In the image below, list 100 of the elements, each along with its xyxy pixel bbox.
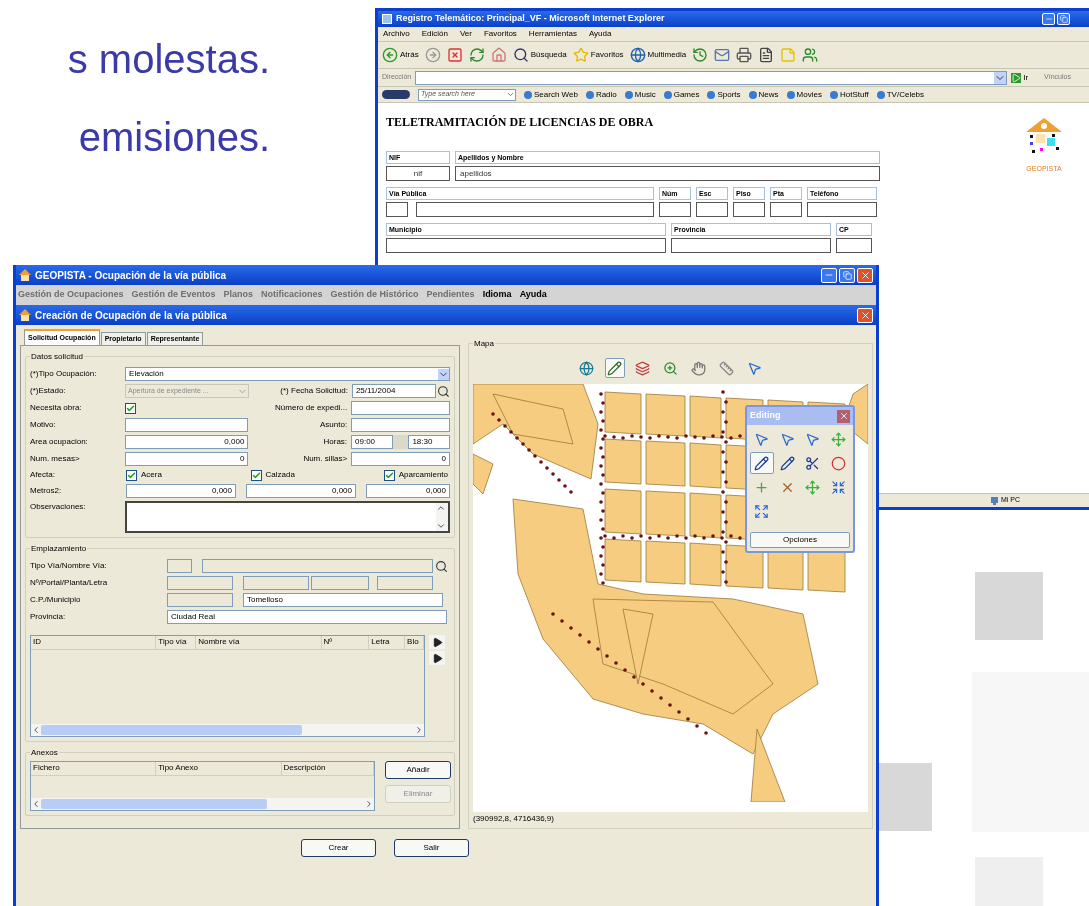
menu-item[interactable]: Idioma — [482, 288, 512, 302]
column-header[interactable]: Letra — [369, 636, 406, 649]
input-field[interactable] — [351, 401, 450, 415]
column-header[interactable]: ID — [31, 636, 157, 649]
input-field[interactable] — [377, 576, 433, 590]
action-button[interactable]: Crear — [301, 839, 376, 857]
input-field[interactable]: apellidos — [455, 166, 880, 181]
maximize-button[interactable] — [839, 267, 855, 283]
input-field[interactable] — [416, 202, 654, 217]
input-field[interactable]: 25/11/2004 — [351, 384, 437, 398]
action-button[interactable]: Añadir — [385, 761, 451, 779]
toolbar-link[interactable]: Music — [624, 88, 656, 101]
input-field[interactable] — [671, 238, 831, 253]
input-field[interactable] — [167, 576, 233, 590]
toolbar-button[interactable]: Atrás — [382, 47, 419, 63]
arrow-button[interactable] — [429, 651, 445, 665]
options-button[interactable]: Opciones — [750, 532, 850, 548]
input-field[interactable]: 0 — [124, 452, 249, 466]
text-area[interactable] — [125, 501, 450, 533]
map-tool-button[interactable] — [604, 358, 625, 378]
toolbar-button[interactable]: Búsqueda — [512, 47, 567, 63]
input-field[interactable] — [836, 238, 872, 253]
toolbar-button[interactable] — [468, 47, 485, 63]
input-field[interactable]: nif — [386, 166, 450, 181]
column-header[interactable]: Tipo Anexo — [156, 762, 282, 775]
column-header[interactable]: Nombre vía — [196, 636, 322, 649]
input-field[interactable]: 0,000 — [366, 484, 450, 498]
minimize-button[interactable] — [821, 267, 837, 283]
checkbox[interactable] — [124, 402, 136, 414]
vertical-scrollbar[interactable] — [436, 503, 448, 531]
toolbar-button[interactable]: Favoritos — [572, 47, 624, 63]
arrow-button[interactable] — [429, 635, 445, 649]
input-field[interactable] — [202, 559, 433, 573]
input-field[interactable] — [733, 202, 765, 217]
search-icon[interactable] — [437, 384, 450, 398]
menu-item[interactable]: Herramientas — [528, 28, 577, 40]
dropdown[interactable]: Elevación — [125, 367, 450, 381]
toolbar-link[interactable]: Games — [663, 88, 700, 101]
toolbar-button[interactable] — [446, 47, 463, 63]
input-field[interactable] — [807, 202, 877, 217]
column-header[interactable]: Fichero — [31, 762, 157, 775]
menu-item[interactable]: Archivo — [383, 28, 410, 40]
input-field[interactable] — [167, 593, 233, 607]
input-field[interactable] — [243, 576, 309, 590]
action-button[interactable]: Salir — [394, 839, 469, 857]
column-header[interactable]: Blo — [405, 636, 424, 649]
go-button[interactable]: Ir — [1011, 71, 1029, 84]
menu-item[interactable]: Ver — [459, 28, 472, 40]
close-button[interactable] — [837, 409, 850, 423]
toolbar-link[interactable]: Radio — [585, 88, 617, 101]
editing-tool-button[interactable] — [750, 452, 774, 474]
menu-item[interactable]: Ayuda — [588, 28, 612, 40]
minimize-button[interactable] — [1042, 13, 1055, 25]
input-field[interactable] — [351, 418, 450, 432]
checkbox[interactable] — [250, 469, 262, 481]
search-icon[interactable] — [435, 559, 448, 573]
input-field[interactable] — [386, 238, 666, 253]
address-field[interactable] — [415, 70, 1008, 85]
toolbar-button[interactable] — [714, 47, 731, 63]
input-field[interactable]: 0 — [351, 452, 450, 466]
input-field[interactable]: Tomelloso — [243, 593, 443, 607]
input-field[interactable]: Ciudad Real — [167, 610, 447, 624]
toolbar-button[interactable]: Multimedia — [629, 47, 687, 63]
toolbar-button[interactable] — [802, 47, 819, 63]
column-header[interactable]: Descripción — [281, 762, 374, 775]
toolbar-link[interactable]: Search Web — [524, 88, 578, 101]
menu-item[interactable]: Ayuda — [519, 288, 547, 302]
input-field[interactable] — [167, 559, 192, 573]
horizontal-scrollbar[interactable] — [31, 798, 374, 810]
close-button[interactable] — [857, 307, 873, 323]
input-field[interactable] — [659, 202, 691, 217]
input-field[interactable] — [770, 202, 802, 217]
input-field[interactable] — [124, 418, 249, 432]
input-field[interactable] — [311, 576, 369, 590]
toolbar-button[interactable] — [692, 47, 709, 63]
input-field[interactable]: 18:30 — [408, 435, 450, 449]
input-field[interactable]: 0,000 — [124, 435, 249, 449]
toolbar-button[interactable] — [758, 47, 775, 63]
toolbar-link[interactable]: Sports — [707, 88, 741, 101]
checkbox[interactable] — [383, 469, 395, 481]
input-field[interactable]: 0,000 — [126, 484, 236, 498]
input-field[interactable]: 09:00 — [351, 435, 393, 449]
maximize-button[interactable] — [1057, 13, 1070, 25]
horizontal-scrollbar[interactable] — [31, 724, 424, 736]
close-button[interactable] — [857, 267, 873, 283]
scrollbar-thumb[interactable] — [41, 799, 268, 809]
column-header[interactable]: Nº — [321, 636, 370, 649]
checkbox[interactable] — [126, 469, 137, 481]
menu-item[interactable]: Favoritos — [483, 28, 517, 40]
toolbar-link[interactable]: Movies — [786, 88, 822, 101]
input-field[interactable]: 0,000 — [246, 484, 356, 498]
toolbar-button[interactable] — [736, 47, 753, 63]
toolbar-link[interactable]: News — [748, 88, 779, 101]
input-field[interactable] — [386, 202, 408, 217]
column-header[interactable]: Tipo vía — [156, 636, 197, 649]
toolbar-link[interactable]: TV/Celebs — [876, 88, 925, 101]
menu-item[interactable]: Edición — [421, 28, 448, 40]
input-field[interactable] — [696, 202, 728, 217]
scrollbar-thumb[interactable] — [41, 725, 303, 735]
toolbar-link[interactable]: HotStuff — [829, 88, 869, 101]
